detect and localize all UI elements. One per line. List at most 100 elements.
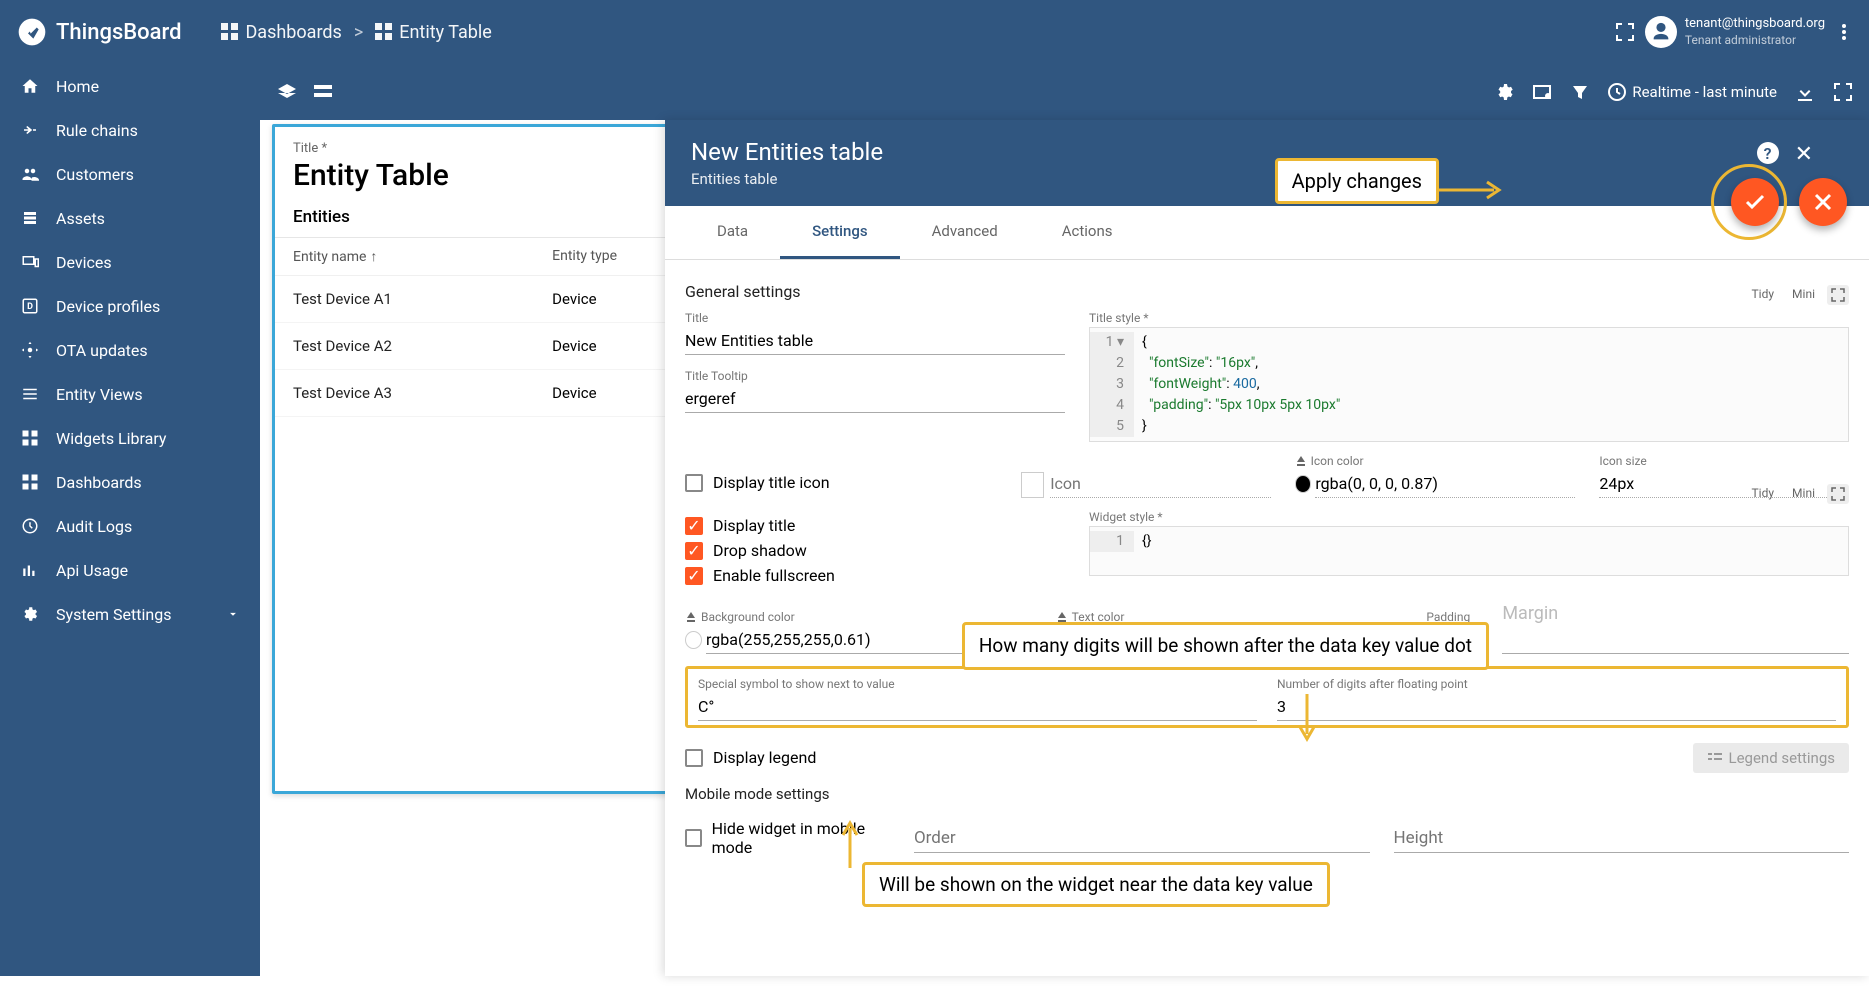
app-name: ThingsBoard: [56, 20, 181, 45]
entity-alias-icon[interactable]: [1532, 82, 1552, 102]
drop-shadow-checkbox[interactable]: ✓: [685, 542, 703, 560]
icon-preview[interactable]: [1021, 472, 1044, 498]
ota-icon: [20, 340, 40, 360]
sidebar-item-dashboards[interactable]: Dashboards: [0, 460, 260, 504]
sort-asc-icon: ↑: [370, 248, 377, 265]
highlight-special-digits: Special symbol to show next to value Num…: [685, 666, 1849, 728]
sidebar-item-widgets[interactable]: Widgets Library: [0, 416, 260, 460]
tab-actions[interactable]: Actions: [1030, 206, 1145, 259]
sidebar-item-ota[interactable]: OTA updates: [0, 328, 260, 372]
tidy-button[interactable]: Tidy: [1746, 285, 1781, 305]
breadcrumb-dashboards[interactable]: Dashboards: [221, 22, 341, 43]
panel-title: New Entities table: [691, 138, 1757, 166]
icon-input[interactable]: [1050, 470, 1270, 498]
tab-data[interactable]: Data: [685, 206, 780, 259]
cancel-button[interactable]: [1799, 178, 1847, 226]
arrow-icon: [1297, 694, 1317, 744]
panel-head: New Entities table Entities table ? ✕: [665, 120, 1869, 206]
sidebar-item-system[interactable]: System Settings: [0, 592, 260, 636]
digits-input[interactable]: [1277, 693, 1836, 721]
title-style-editor[interactable]: 1 ▾2345{ "fontSize": "16px", "fontWeight…: [1089, 327, 1849, 442]
timewindow-label: Realtime - last minute: [1632, 83, 1777, 101]
sidebar-item-customers[interactable]: Customers: [0, 152, 260, 196]
grid-icon[interactable]: [312, 81, 334, 103]
mini-button[interactable]: Mini: [1786, 484, 1821, 504]
more-vert-icon[interactable]: [1835, 23, 1853, 41]
widget-style-label: Widget style *: [1089, 510, 1849, 524]
api-icon: [20, 560, 40, 580]
code-sep: :: [1208, 397, 1215, 413]
hide-mobile-checkbox[interactable]: [685, 829, 702, 847]
display-title-icon-checkbox[interactable]: [685, 474, 703, 492]
user-text: tenant@thingsboard.org Tenant administra…: [1685, 16, 1825, 48]
sidebar-item-label: Dashboards: [56, 473, 142, 492]
user-info[interactable]: tenant@thingsboard.org Tenant administra…: [1645, 16, 1825, 48]
fullscreen-icon[interactable]: [1827, 484, 1849, 504]
logo-icon: [16, 16, 48, 48]
title-label: Title: [685, 311, 1065, 325]
sidebar-item-label: Customers: [56, 165, 134, 184]
sidebar-item-device-profiles[interactable]: DDevice profiles: [0, 284, 260, 328]
bg-color-text: Background color: [701, 610, 795, 624]
breadcrumb-sep: >: [354, 22, 363, 43]
icon-color-input[interactable]: [1315, 470, 1575, 498]
rule-chains-icon: [20, 120, 40, 140]
sidebar-item-audit[interactable]: Audit Logs: [0, 504, 260, 548]
gear-icon[interactable]: [1494, 82, 1514, 102]
timewindow[interactable]: Realtime - last minute: [1608, 83, 1777, 101]
sidebar-item-label: Device profiles: [56, 297, 160, 316]
close-icon[interactable]: ✕: [1795, 142, 1813, 167]
help-icon[interactable]: ?: [1757, 142, 1779, 164]
widget-style-editor[interactable]: 1{}: [1089, 526, 1849, 576]
icon-color-text: Icon color: [1311, 454, 1364, 468]
sidebar-item-entity-views[interactable]: Entity Views: [0, 372, 260, 416]
check-icon: [1743, 190, 1767, 214]
code-line: {: [1142, 334, 1147, 350]
fullscreen-icon[interactable]: [1827, 285, 1849, 305]
margin-input[interactable]: [1502, 626, 1849, 654]
title-input[interactable]: [685, 327, 1065, 355]
special-symbol-input[interactable]: [698, 693, 1257, 721]
logo[interactable]: ThingsBoard: [16, 16, 181, 48]
filter-icon[interactable]: [1570, 82, 1590, 102]
cell-name: Test Device A3: [293, 384, 552, 402]
sidebar-item-assets[interactable]: Assets: [0, 196, 260, 240]
sidebar-item-label: Audit Logs: [56, 517, 132, 536]
display-legend-checkbox[interactable]: [685, 749, 703, 767]
enable-fullscreen-checkbox[interactable]: ✓: [685, 567, 703, 585]
fullscreen-icon[interactable]: [1833, 82, 1853, 102]
layers-icon[interactable]: [276, 81, 298, 103]
fullscreen-icon[interactable]: [1615, 22, 1635, 42]
order-input[interactable]: [914, 824, 1370, 853]
code-key: "fontWeight": [1149, 376, 1226, 392]
height-input[interactable]: [1394, 824, 1850, 853]
arrow-icon: [1439, 176, 1509, 206]
sidebar-item-devices[interactable]: Devices: [0, 240, 260, 284]
breadcrumb: Dashboards > Entity Table: [221, 22, 1614, 43]
swatch-icon[interactable]: [1295, 475, 1312, 493]
icon-size-label: Icon size: [1599, 454, 1849, 468]
download-icon[interactable]: [1795, 82, 1815, 102]
sidebar-item-api[interactable]: Api Usage: [0, 548, 260, 592]
color-picker-icon: [685, 611, 697, 623]
tab-settings[interactable]: Settings: [780, 206, 900, 259]
mini-button[interactable]: Mini: [1786, 285, 1821, 305]
display-title-checkbox[interactable]: ✓: [685, 517, 703, 535]
sidebar-item-label: Rule chains: [56, 121, 138, 140]
apply-button[interactable]: [1731, 178, 1779, 226]
chevron-down-icon: [226, 607, 240, 621]
sidebar-item-home[interactable]: Home: [0, 64, 260, 108]
tidy-button[interactable]: Tidy: [1746, 484, 1781, 504]
sidebar-item-rule-chains[interactable]: Rule chains: [0, 108, 260, 152]
column-entity-name[interactable]: Entity name ↑: [293, 248, 552, 265]
cell-name: Test Device A1: [293, 290, 552, 308]
code-key: "padding": [1149, 397, 1208, 413]
breadcrumb-entity-table[interactable]: Entity Table: [375, 22, 492, 43]
callout-symbol: Will be shown on the widget near the dat…: [862, 862, 1330, 907]
section-general: General settings: [685, 282, 1849, 301]
sidebar: Home Rule chains Customers Assets Device…: [0, 64, 260, 976]
tab-advanced[interactable]: Advanced: [900, 206, 1030, 259]
legend-settings-button[interactable]: Legend settings: [1693, 743, 1849, 773]
tooltip-input[interactable]: [685, 385, 1065, 413]
swatch-icon[interactable]: [685, 631, 702, 649]
